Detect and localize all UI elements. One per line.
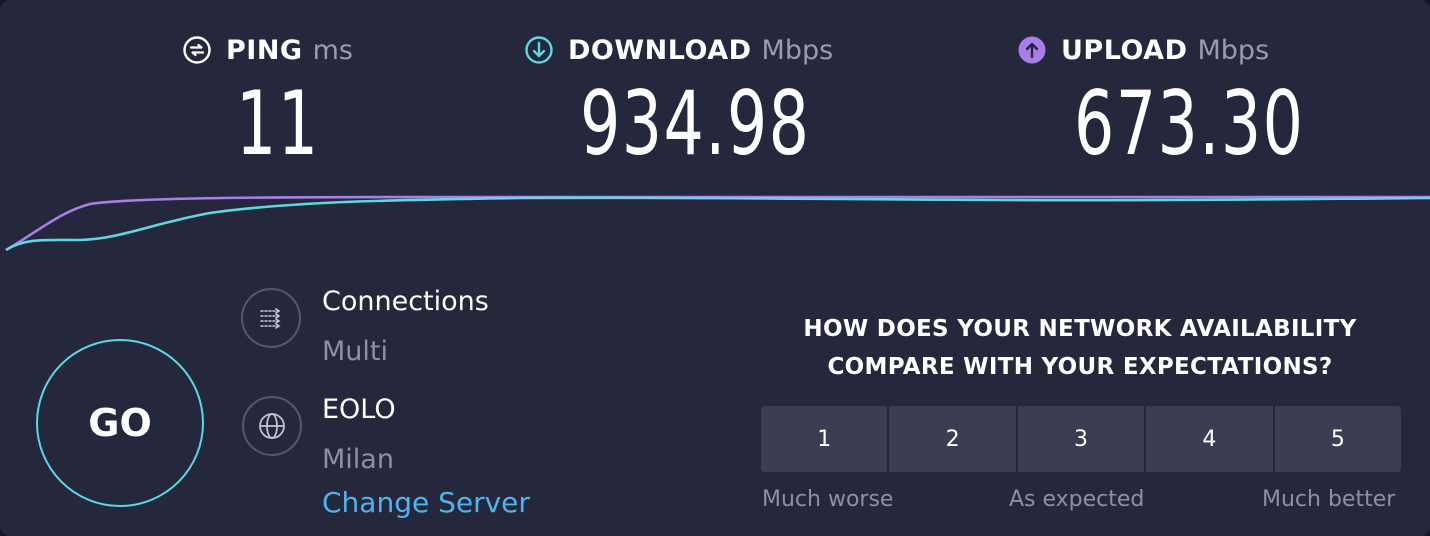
rating-button-4[interactable]: 4 xyxy=(1146,406,1273,472)
ping-icon xyxy=(182,35,212,65)
upload-header: UPLOAD Mbps xyxy=(1017,28,1269,72)
ping-metric: PING ms 11 xyxy=(182,28,353,175)
ping-header: PING ms xyxy=(182,28,353,72)
ping-label: PING xyxy=(226,34,303,66)
rating-button-3[interactable]: 3 xyxy=(1017,406,1145,472)
scale-label-high: Much better xyxy=(1262,487,1396,512)
download-unit: Mbps xyxy=(761,34,834,66)
server-provider: EOLO xyxy=(322,394,396,425)
upload-arrow-icon xyxy=(1017,35,1047,65)
globe-icon xyxy=(242,396,302,456)
rating-scale: 1 2 3 4 5 xyxy=(761,406,1402,472)
speedtest-panel: PING ms 11 DOWNLOAD Mbps 934.98 UPLOAD M… xyxy=(0,0,1430,536)
rating-button-1[interactable]: 1 xyxy=(761,406,888,472)
download-speed-line xyxy=(5,196,1430,252)
survey-question: HOW DOES YOUR NETWORK AVAILABILITY COMPA… xyxy=(760,310,1400,386)
speed-graph xyxy=(5,195,1430,252)
connections-title: Connections xyxy=(322,286,489,317)
server-location: Milan xyxy=(322,444,394,475)
connections-mode: Multi xyxy=(322,336,388,367)
download-metric: DOWNLOAD Mbps 934.98 xyxy=(524,28,833,175)
scale-label-mid: As expected xyxy=(1009,487,1145,512)
upload-speed-line xyxy=(5,195,1430,252)
download-arrow-icon xyxy=(524,35,554,65)
upload-metric: UPLOAD Mbps 673.30 xyxy=(1017,28,1303,175)
download-label: DOWNLOAD xyxy=(568,34,752,66)
rating-button-2[interactable]: 2 xyxy=(889,406,1016,472)
survey-question-line2: COMPARE WITH YOUR EXPECTATIONS? xyxy=(827,354,1333,380)
connections-icon xyxy=(241,288,301,348)
survey-question-line1: HOW DOES YOUR NETWORK AVAILABILITY xyxy=(803,316,1357,342)
upload-value: 673.30 xyxy=(1074,72,1305,175)
upload-label: UPLOAD xyxy=(1061,34,1188,66)
upload-unit: Mbps xyxy=(1197,34,1270,66)
ping-unit: ms xyxy=(312,34,353,66)
download-header: DOWNLOAD Mbps xyxy=(524,28,833,72)
ping-value: 11 xyxy=(236,72,320,175)
download-value: 934.98 xyxy=(580,72,811,175)
change-server-link[interactable]: Change Server xyxy=(322,486,530,519)
rating-button-5[interactable]: 5 xyxy=(1274,406,1402,472)
go-button[interactable]: GO xyxy=(36,339,204,507)
scale-label-low: Much worse xyxy=(762,487,894,512)
